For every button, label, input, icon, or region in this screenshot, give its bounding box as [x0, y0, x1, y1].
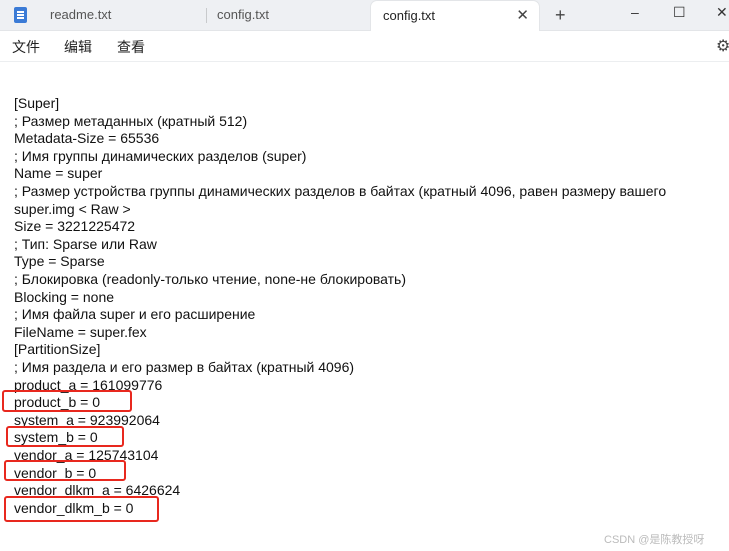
- maximize-button[interactable]: ☐: [673, 0, 686, 24]
- menu-edit[interactable]: 编辑: [64, 37, 92, 57]
- tab-label: config.txt: [217, 7, 270, 22]
- text-line: ; Размер метаданных (кратный 512): [14, 112, 248, 129]
- menu-file[interactable]: 文件: [12, 37, 40, 57]
- text-line: super.img < Raw >: [14, 200, 131, 217]
- text-line: ; Тип: Sparse или Raw: [14, 235, 157, 252]
- notepad-icon: [14, 7, 27, 23]
- tab-readme[interactable]: readme.txt: [38, 0, 203, 30]
- text-line: ; Блокировка (readonly-только чтение, no…: [14, 271, 406, 287]
- text-line: ; Имя раздела и его размер в байтах (кра…: [14, 359, 355, 375]
- text-line: [PartitionSize]: [14, 341, 101, 358]
- highlight-vendor-dlkm-b: [4, 496, 159, 522]
- text-line: Metadata-Size = 65536: [14, 130, 160, 147]
- text-line: Blocking = none: [14, 288, 115, 305]
- watermark: CSDN @是陈教授呀: [604, 534, 705, 546]
- menu-view[interactable]: 查看: [117, 37, 145, 57]
- text-line: FileName = super.fex: [14, 323, 147, 340]
- close-window-button[interactable]: ✕: [716, 0, 728, 24]
- minimize-button[interactable]: –: [631, 0, 639, 24]
- tab-label: config.txt: [383, 8, 436, 23]
- text-line: [Super]: [14, 95, 60, 111]
- menu-bar: 文件 编辑 查看 ⚙: [0, 31, 729, 62]
- tab-label: readme.txt: [50, 7, 112, 22]
- text-line: ; Имя файла super и его расширение: [14, 306, 256, 323]
- close-tab-icon[interactable]: ✕: [516, 1, 529, 31]
- text-line: ; Имя группы динамических разделов (supe…: [14, 147, 307, 164]
- text-line: Type = Sparse: [14, 253, 105, 270]
- new-tab-button[interactable]: +: [555, 0, 566, 30]
- tab-config-active[interactable]: config.txt ✕: [370, 0, 540, 31]
- highlight-product-b: [2, 390, 132, 412]
- text-editor[interactable]: [Super] ; Размер метаданных (кратный 512…: [0, 62, 729, 551]
- text-line: ; Размер устройства группы динамических …: [14, 183, 667, 199]
- title-bar: readme.txt config.txt config.txt ✕ + – ☐…: [0, 0, 729, 31]
- highlight-system-b: [6, 426, 124, 447]
- text-line: Name = super: [14, 165, 103, 182]
- tab-config-1[interactable]: config.txt: [205, 0, 370, 30]
- text-line: Size = 3221225472: [14, 218, 136, 235]
- highlight-vendor-b: [4, 460, 126, 481]
- gear-icon[interactable]: ⚙: [716, 36, 729, 56]
